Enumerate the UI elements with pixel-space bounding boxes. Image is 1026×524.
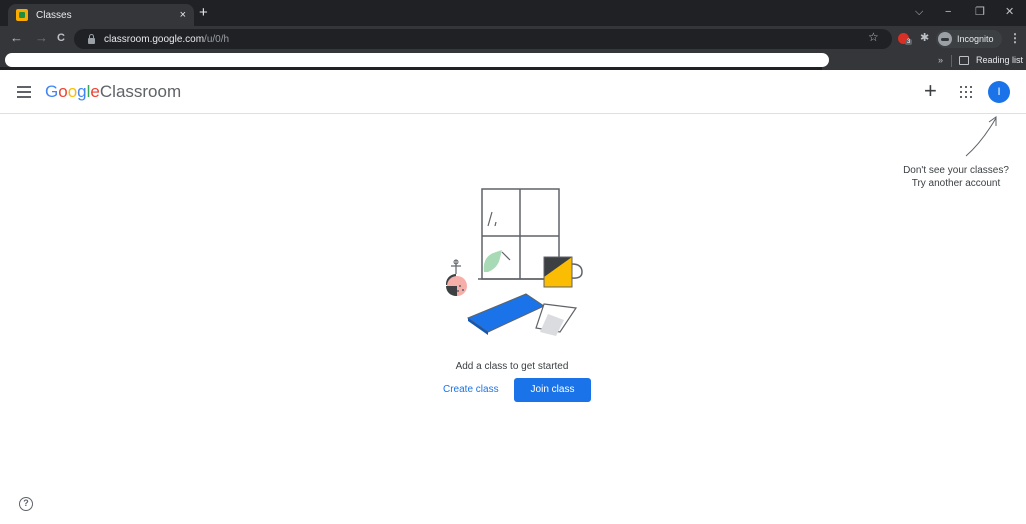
reading-list-button[interactable]: Reading list [976, 55, 1023, 65]
join-class-button[interactable]: Join class [514, 378, 591, 402]
add-class-plus-icon[interactable]: + [924, 80, 937, 102]
more-bookmarks-chevron-icon[interactable]: » [938, 55, 943, 65]
bookmark-star-icon[interactable]: ☆ [868, 30, 879, 44]
extensions-puzzle-icon[interactable]: ✱ [920, 31, 929, 44]
create-class-button[interactable]: Create class [437, 378, 505, 402]
reading-list-icon[interactable] [959, 56, 969, 65]
empty-state-message: Add a class to get started [455, 361, 569, 372]
main-menu-icon[interactable] [17, 86, 31, 98]
incognito-indicator[interactable]: Incognito [936, 30, 1002, 48]
app-header: GoogleClassroom + I [0, 72, 1026, 114]
tab-close-icon[interactable]: × [180, 9, 186, 21]
browser-toolbar: ← → C classroom.google.com/u/0/h ☆ 3 ✱ I… [0, 26, 1026, 52]
url-host: classroom.google.com [104, 33, 205, 45]
hint-line-2: Try another account [911, 178, 1001, 189]
browser-tab[interactable]: Classes × [8, 4, 194, 26]
google-classroom-logo[interactable]: GoogleClassroom [45, 82, 181, 102]
tab-search-icon[interactable]: ⌵ [915, 5, 923, 19]
incognito-icon [938, 32, 952, 46]
empty-state-illustration [445, 188, 583, 336]
address-bar[interactable]: classroom.google.com/u/0/h [74, 29, 892, 49]
browser-menu-icon[interactable]: ⋮ [1009, 31, 1021, 45]
classroom-favicon-icon [16, 9, 28, 21]
hint-arrow-icon [965, 116, 997, 157]
incognito-label: Incognito [957, 34, 994, 44]
url-path: /u/0/h [204, 33, 230, 45]
restore-button[interactable]: ❐ [975, 5, 985, 19]
window-close-button[interactable]: ✕ [1005, 5, 1014, 19]
extension-badge: 3 [905, 39, 913, 45]
google-apps-icon[interactable] [960, 86, 972, 98]
product-name: Classroom [99, 82, 182, 101]
browser-tab-strip: Classes × + ⌵ − ❐ ✕ [0, 0, 1026, 26]
account-hint: Don't see your classes? Try another acco… [888, 164, 1024, 190]
reload-button[interactable]: C [57, 30, 65, 46]
new-tab-button[interactable]: + [199, 5, 208, 20]
hint-line-1: Don't see your classes? [903, 165, 1009, 176]
help-icon[interactable]: ? [19, 497, 33, 511]
back-button[interactable]: ← [10, 30, 23, 46]
minimize-button[interactable]: − [945, 5, 951, 19]
forward-button[interactable]: → [35, 30, 48, 46]
lock-icon[interactable] [88, 33, 95, 44]
google-wordmark: Google [45, 82, 100, 101]
tab-title: Classes [36, 9, 72, 21]
bookmarks-overlay-bar [5, 53, 829, 67]
bookmarks-divider [951, 55, 952, 67]
account-avatar[interactable]: I [988, 81, 1010, 103]
toolbar-divider [0, 67, 822, 70]
